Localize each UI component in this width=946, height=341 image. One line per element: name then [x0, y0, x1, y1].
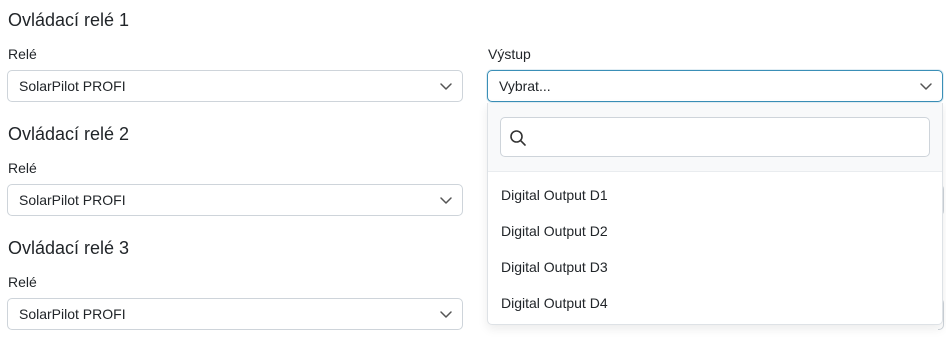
chevron-down-icon — [440, 83, 452, 90]
rele-select-1-value: SolarPilot PROFI — [19, 78, 126, 94]
output-dropdown-menu: Digital Output D1 Digital Output D2 Digi… — [487, 103, 943, 325]
rele-select-3[interactable]: SolarPilot PROFI — [7, 298, 463, 330]
chevron-down-icon — [440, 311, 452, 318]
dropdown-option-d1[interactable]: Digital Output D1 — [501, 186, 608, 204]
rele-label-3: Relé — [8, 274, 37, 290]
chevron-down-icon — [440, 197, 452, 204]
chevron-down-icon — [920, 83, 932, 90]
output-select-1[interactable]: Vybrat... — [487, 70, 943, 102]
dropdown-option-d3[interactable]: Digital Output D3 — [501, 258, 608, 276]
rele-select-1[interactable]: SolarPilot PROFI — [7, 70, 463, 102]
rele-select-2-value: SolarPilot PROFI — [19, 192, 126, 208]
rele-label-1: Relé — [8, 46, 37, 62]
section-title-relay-3: Ovládací relé 3 — [8, 238, 130, 258]
dropdown-search-input[interactable] — [500, 117, 930, 157]
section-title-relay-2: Ovládací relé 2 — [8, 124, 130, 144]
search-icon — [510, 130, 526, 146]
dropdown-option-d4[interactable]: Digital Output D4 — [501, 294, 608, 312]
relay-config-page: Ovládací relé 1 Relé Výstup SolarPilot P… — [0, 0, 946, 341]
dropdown-option-d2[interactable]: Digital Output D2 — [501, 222, 608, 240]
rele-select-2[interactable]: SolarPilot PROFI — [7, 184, 463, 216]
output-label-1: Výstup — [488, 46, 531, 62]
rele-select-3-value: SolarPilot PROFI — [19, 306, 126, 322]
section-title-relay-1: Ovládací relé 1 — [8, 10, 130, 30]
output-select-1-value: Vybrat... — [499, 78, 551, 94]
rele-label-2: Relé — [8, 160, 37, 176]
dropdown-search-area — [488, 103, 942, 172]
